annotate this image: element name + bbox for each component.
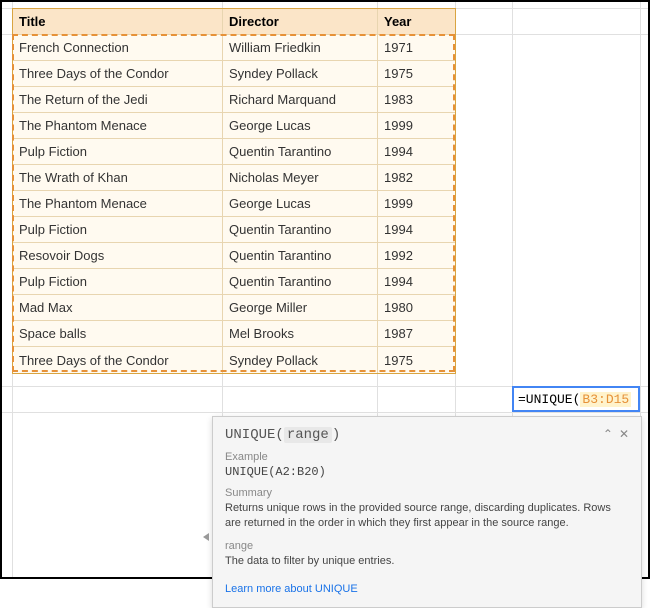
cell-director[interactable]: Nicholas Meyer xyxy=(223,165,378,190)
table-header-row: Title Director Year xyxy=(13,9,455,35)
header-director[interactable]: Director xyxy=(223,9,378,34)
cell-director[interactable]: Mel Brooks xyxy=(223,321,378,346)
cell-year[interactable]: 1982 xyxy=(378,165,455,190)
cell-title[interactable]: Three Days of the Condor xyxy=(13,347,223,373)
cell-director[interactable]: George Lucas xyxy=(223,113,378,138)
cell-title[interactable]: Mad Max xyxy=(13,295,223,320)
cell-year[interactable]: 1992 xyxy=(378,243,455,268)
data-table: Title Director Year French ConnectionWil… xyxy=(12,8,456,374)
cell-title[interactable]: The Phantom Menace xyxy=(13,191,223,216)
cell-title[interactable]: French Connection xyxy=(13,35,223,60)
formula-range: B3:D15 xyxy=(580,392,631,407)
cell-director[interactable]: Syndey Pollack xyxy=(223,61,378,86)
tooltip-close-icon[interactable]: ✕ xyxy=(619,427,629,441)
cell-title[interactable]: Pulp Fiction xyxy=(13,269,223,294)
table-row: Pulp FictionQuentin Tarantino1994 xyxy=(13,217,455,243)
cell-title[interactable]: The Return of the Jedi xyxy=(13,87,223,112)
cell-director[interactable]: Quentin Tarantino xyxy=(223,139,378,164)
table-row: Pulp FictionQuentin Tarantino1994 xyxy=(13,269,455,295)
table-row: The Phantom MenaceGeorge Lucas1999 xyxy=(13,191,455,217)
cell-year[interactable]: 1975 xyxy=(378,61,455,86)
formula-input-cell[interactable]: =UNIQUE(B3:D15 xyxy=(512,386,640,412)
cell-year[interactable]: 1999 xyxy=(378,191,455,216)
cell-year[interactable]: 1994 xyxy=(378,139,455,164)
tooltip-signature: UNIQUE(range) xyxy=(225,427,340,443)
table-row: The Wrath of KhanNicholas Meyer1982 xyxy=(13,165,455,191)
tooltip-learn-more-link[interactable]: Learn more about UNIQUE xyxy=(225,583,358,595)
tooltip-summary-label: Summary xyxy=(225,487,629,499)
cell-title[interactable]: Resovoir Dogs xyxy=(13,243,223,268)
cell-title[interactable]: Pulp Fiction xyxy=(13,217,223,242)
cell-director[interactable]: Quentin Tarantino xyxy=(223,243,378,268)
tooltip-param-label: range xyxy=(225,540,629,552)
formula-prefix: =UNIQUE( xyxy=(518,392,580,407)
table-row: French ConnectionWilliam Friedkin1971 xyxy=(13,35,455,61)
table-row: Space ballsMel Brooks1987 xyxy=(13,321,455,347)
header-year[interactable]: Year xyxy=(378,9,455,34)
tooltip-param-arrow-icon xyxy=(203,533,209,541)
cell-year[interactable]: 1987 xyxy=(378,321,455,346)
tooltip-example-text: UNIQUE(A2:B20) xyxy=(225,465,629,479)
cell-director[interactable]: Quentin Tarantino xyxy=(223,217,378,242)
cell-director[interactable]: George Miller xyxy=(223,295,378,320)
cell-director[interactable]: Richard Marquand xyxy=(223,87,378,112)
table-row: Resovoir DogsQuentin Tarantino1992 xyxy=(13,243,455,269)
cell-director[interactable]: William Friedkin xyxy=(223,35,378,60)
table-row: Three Days of the CondorSyndey Pollack19… xyxy=(13,347,455,373)
cell-title[interactable]: The Phantom Menace xyxy=(13,113,223,138)
cell-year[interactable]: 1983 xyxy=(378,87,455,112)
table-row: Mad MaxGeorge Miller1980 xyxy=(13,295,455,321)
table-row: The Return of the JediRichard Marquand19… xyxy=(13,87,455,113)
tooltip-sig-close: ) xyxy=(332,427,340,443)
cell-year[interactable]: 1980 xyxy=(378,295,455,320)
cell-title[interactable]: Space balls xyxy=(13,321,223,346)
tooltip-collapse-icon[interactable]: ⌃ xyxy=(603,427,613,441)
table-row: Three Days of the CondorSyndey Pollack19… xyxy=(13,61,455,87)
tooltip-example-label: Example xyxy=(225,451,629,463)
tooltip-sig-param: range xyxy=(284,427,332,443)
cell-year[interactable]: 1999 xyxy=(378,113,455,138)
function-help-tooltip: UNIQUE(range) ⌃ ✕ Example UNIQUE(A2:B20)… xyxy=(212,416,642,608)
tooltip-summary-text: Returns unique rows in the provided sour… xyxy=(225,501,629,532)
cell-year[interactable]: 1971 xyxy=(378,35,455,60)
table-row: The Phantom MenaceGeorge Lucas1999 xyxy=(13,113,455,139)
tooltip-param-text: The data to filter by unique entries. xyxy=(225,554,629,569)
cell-title[interactable]: The Wrath of Khan xyxy=(13,165,223,190)
table-row: Pulp FictionQuentin Tarantino1994 xyxy=(13,139,455,165)
cell-director[interactable]: Syndey Pollack xyxy=(223,347,378,373)
tooltip-sig-fn: UNIQUE( xyxy=(225,427,284,443)
cell-title[interactable]: Three Days of the Condor xyxy=(13,61,223,86)
header-title[interactable]: Title xyxy=(13,9,223,34)
cell-year[interactable]: 1994 xyxy=(378,217,455,242)
cell-director[interactable]: George Lucas xyxy=(223,191,378,216)
cell-year[interactable]: 1994 xyxy=(378,269,455,294)
cell-director[interactable]: Quentin Tarantino xyxy=(223,269,378,294)
cell-title[interactable]: Pulp Fiction xyxy=(13,139,223,164)
cell-year[interactable]: 1975 xyxy=(378,347,455,373)
